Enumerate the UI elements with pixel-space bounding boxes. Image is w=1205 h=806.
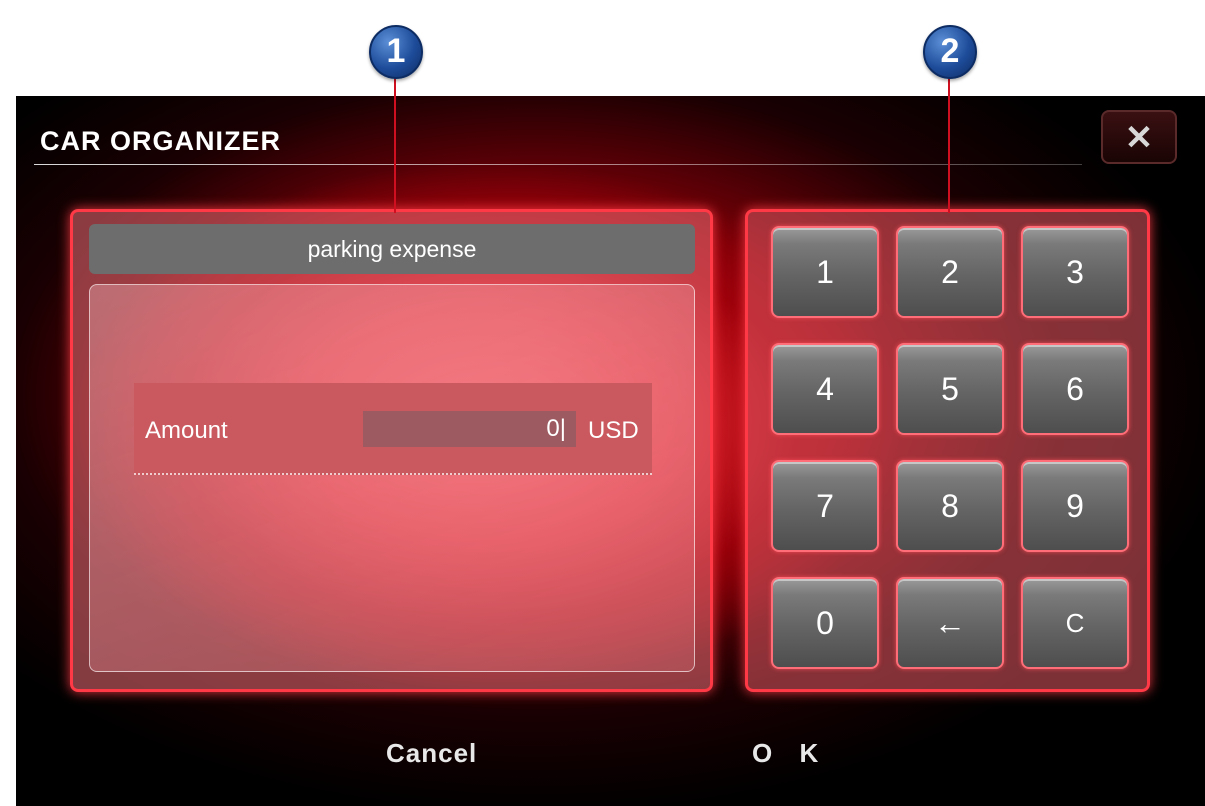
keypad-panel: 1 2 3 4 5 6 7 8 9 0 ← C (745, 209, 1150, 692)
app-title: CAR ORGANIZER (40, 126, 281, 156)
app-screen: CAR ORGANIZER ✕ parking expense Amount 0… (16, 96, 1205, 806)
key-7[interactable]: 7 (771, 460, 879, 552)
key-2[interactable]: 2 (896, 226, 1004, 318)
key-4[interactable]: 4 (771, 343, 879, 435)
backspace-icon: ← (934, 605, 966, 641)
clear-key[interactable]: C (1021, 577, 1129, 669)
key-9[interactable]: 9 (1021, 460, 1129, 552)
callout-line-1 (394, 75, 396, 213)
callout-marker-1: 1 (369, 25, 423, 79)
title-divider (34, 164, 1082, 165)
close-icon: ✕ (1124, 119, 1154, 157)
keypad: 1 2 3 4 5 6 7 8 9 0 ← C (771, 226, 1129, 669)
key-3[interactable]: 3 (1021, 226, 1129, 318)
amount-input[interactable]: 0| (363, 411, 576, 447)
key-1[interactable]: 1 (771, 226, 879, 318)
amount-row: Amount 0| USD (134, 383, 652, 475)
cancel-button[interactable]: Cancel (386, 738, 477, 769)
callout-line-2 (948, 75, 950, 213)
close-button[interactable]: ✕ (1101, 110, 1177, 164)
amount-label: Amount (145, 417, 228, 444)
expense-title: parking expense (89, 224, 695, 274)
key-8[interactable]: 8 (896, 460, 1004, 552)
expense-panel: parking expense Amount 0| USD (70, 209, 713, 692)
callout-marker-2: 2 (923, 25, 977, 79)
expense-body: Amount 0| USD (89, 284, 695, 672)
ok-button[interactable]: O K (752, 738, 828, 769)
backspace-key[interactable]: ← (896, 577, 1004, 669)
key-6[interactable]: 6 (1021, 343, 1129, 435)
key-0[interactable]: 0 (771, 577, 879, 669)
key-5[interactable]: 5 (896, 343, 1004, 435)
footer-bar: Cancel O K (16, 728, 1205, 788)
currency-label: USD (588, 417, 639, 444)
